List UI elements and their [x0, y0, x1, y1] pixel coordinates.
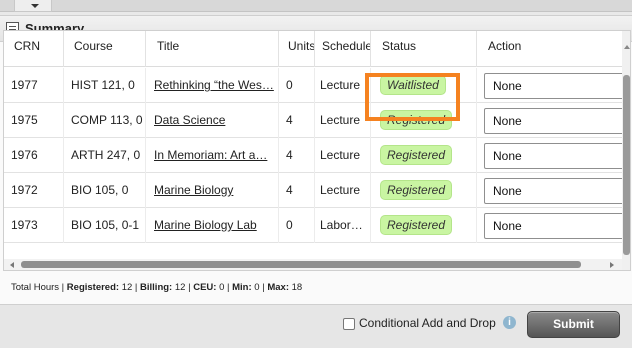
cell-units: 4 [279, 173, 315, 208]
registered-value: 12 [121, 282, 133, 293]
header-crn[interactable]: CRN [4, 31, 64, 67]
cell-schedule: Lecture [315, 138, 371, 173]
cell-crn: 1975 [4, 103, 64, 138]
top-strip [0, 0, 632, 12]
action-select[interactable]: None [484, 143, 622, 169]
course-title-link[interactable]: Data Science [154, 113, 225, 127]
billing-label: Billing: [140, 282, 173, 293]
status-badge: Registered [380, 145, 453, 165]
cell-schedule: Lecture [315, 103, 371, 138]
cell-action: None [477, 138, 622, 173]
max-value: 18 [291, 282, 303, 293]
cell-status: Registered [371, 173, 477, 208]
header-units[interactable]: Units [279, 31, 315, 67]
submit-button[interactable]: Submit [527, 311, 620, 338]
conditional-add-drop-checkbox[interactable] [343, 318, 355, 330]
table-header: CRN Course Title Units Schedule Status A… [4, 31, 622, 67]
header-title[interactable]: Title [146, 31, 279, 67]
cell-title: Marine Biology [146, 173, 279, 208]
cell-units: 0 [279, 208, 315, 243]
cell-crn: 1976 [4, 138, 64, 173]
cell-action: None [477, 103, 622, 138]
cell-action: None [477, 68, 622, 103]
vertical-scroll-thumb[interactable] [623, 75, 630, 255]
registration-grid: CRN Course Title Units Schedule Status A… [3, 30, 631, 271]
dropdown-caret-icon [31, 4, 39, 8]
status-badge: Registered [380, 215, 453, 235]
billing-value: 12 [174, 282, 186, 293]
cell-title: Rethinking “the Wes… [146, 68, 279, 103]
header-course[interactable]: Course [64, 31, 146, 67]
conditional-add-drop-label[interactable]: Conditional Add and Drop [359, 316, 496, 330]
header-action[interactable]: Action [477, 31, 622, 67]
cell-crn: 1973 [4, 208, 64, 243]
header-status[interactable]: Status [371, 31, 477, 67]
cell-units: 4 [279, 103, 315, 138]
cell-course: ARTH 247, 0 [64, 138, 146, 173]
cell-action: None [477, 208, 622, 243]
cell-title: In Memoriam: Art a… [146, 138, 279, 173]
cell-course: BIO 105, 0 [64, 173, 146, 208]
action-select[interactable]: None [484, 178, 622, 204]
cell-crn: 1977 [4, 68, 64, 103]
cell-title: Data Science [146, 103, 279, 138]
waitlisted-highlight-box [365, 73, 460, 121]
status-badge: Registered [380, 180, 453, 200]
horizontal-scroll-thumb[interactable] [21, 261, 581, 268]
cell-course: COMP 113, 0 [64, 103, 146, 138]
max-label: Max: [267, 282, 289, 293]
cell-action: None [477, 173, 622, 208]
action-select[interactable]: None [484, 108, 622, 134]
cell-course: HIST 121, 0 [64, 68, 146, 103]
scroll-up-icon[interactable] [624, 45, 630, 49]
info-icon[interactable]: i [503, 316, 516, 329]
collapse-tab[interactable] [14, 0, 52, 12]
horizontal-scrollbar[interactable] [4, 259, 622, 270]
min-label: Min: [232, 282, 252, 293]
cell-units: 4 [279, 138, 315, 173]
total-hours: Total Hours | Registered: 12 | Billing: … [11, 282, 303, 293]
cell-status: Registered [371, 208, 477, 243]
header-schedule[interactable]: Schedule [315, 31, 371, 67]
cell-schedule: Lecture [315, 173, 371, 208]
vertical-scrollbar[interactable] [622, 31, 630, 270]
cell-course: BIO 105, 0-1 [64, 208, 146, 243]
registered-label: Registered: [66, 282, 120, 293]
scroll-left-icon[interactable] [10, 262, 14, 268]
ceu-value: 0 [219, 282, 225, 293]
table-row: 1976 ARTH 247, 0 In Memoriam: Art a… 4 Lectu… [4, 138, 622, 173]
table-row: 1977 HIST 121, 0 Rethinking “the Wes… 0 Lect… [4, 68, 622, 103]
ceu-label: CEU: [193, 282, 217, 293]
table-row: 1972 BIO 105, 0 Marine Biology 4 Lecture Regi… [4, 173, 622, 208]
action-select[interactable]: None [484, 213, 622, 239]
scroll-right-icon[interactable] [610, 262, 614, 268]
cell-status: Registered [371, 138, 477, 173]
cell-units: 0 [279, 68, 315, 103]
table-row: 1973 BIO 105, 0-1 Marine Biology Lab 0 Labor… [4, 208, 622, 243]
cell-title: Marine Biology Lab [146, 208, 279, 243]
course-title-link[interactable]: Marine Biology [154, 183, 233, 197]
course-title-link[interactable]: Rethinking “the Wes… [154, 78, 274, 92]
cell-schedule: Labor… [315, 208, 371, 243]
cell-crn: 1972 [4, 173, 64, 208]
min-value: 0 [254, 282, 260, 293]
totals-prefix: Total Hours | [11, 282, 67, 293]
table-row: 1975 COMP 113, 0 Data Science 4 Lecture Regis… [4, 103, 622, 138]
course-title-link[interactable]: In Memoriam: Art a… [154, 148, 267, 162]
course-title-link[interactable]: Marine Biology Lab [154, 218, 257, 232]
cell-schedule: Lecture [315, 68, 371, 103]
action-select[interactable]: None [484, 73, 622, 99]
